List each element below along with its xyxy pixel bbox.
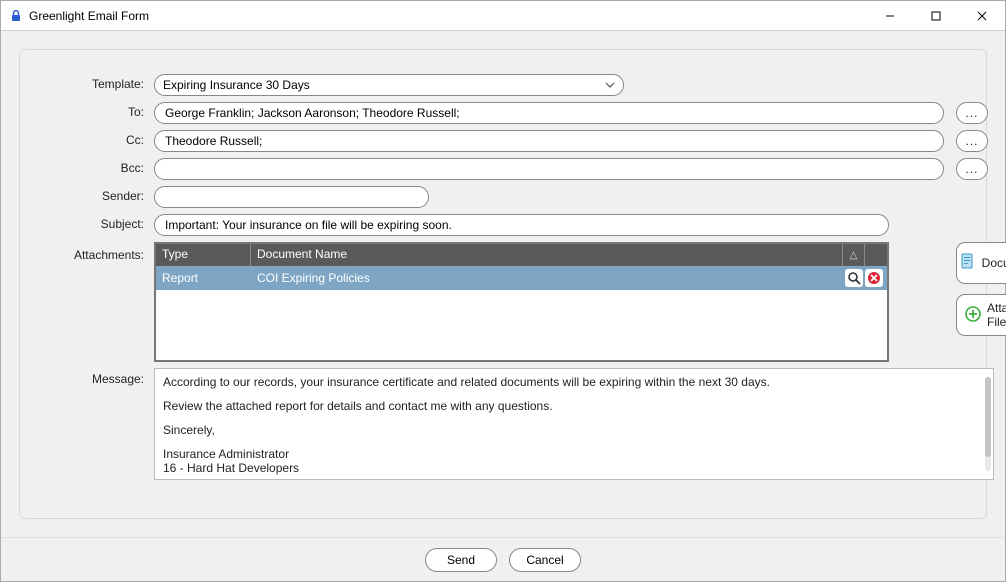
bcc-browse-button[interactable]: ...: [956, 158, 988, 180]
cc-field[interactable]: [154, 130, 944, 152]
sender-field[interactable]: [154, 186, 429, 208]
row-type: Report: [156, 271, 251, 285]
scrollbar-thumb[interactable]: [985, 377, 991, 457]
cc-label: Cc:: [40, 130, 150, 147]
template-label: Template:: [40, 74, 150, 91]
minimize-button[interactable]: [867, 1, 913, 30]
table-row[interactable]: Report COI Expiring Policies: [156, 266, 887, 290]
cc-browse-button[interactable]: ...: [956, 130, 988, 152]
scrollbar[interactable]: [985, 377, 991, 471]
plus-icon: [965, 306, 981, 325]
documents-button[interactable]: Documents: [956, 242, 1006, 284]
documents-label: Documents: [982, 256, 1006, 270]
subject-field[interactable]: [154, 214, 889, 236]
bcc-field[interactable]: [154, 158, 944, 180]
message-line: Insurance Administrator: [163, 447, 985, 461]
row-name: COI Expiring Policies: [251, 271, 845, 285]
send-button[interactable]: Send: [425, 548, 497, 572]
attach-file-label: Attach File: [987, 301, 1006, 329]
attachments-label: Attachments:: [40, 242, 150, 262]
maximize-button[interactable]: [913, 1, 959, 30]
message-line: Review the attached report for details a…: [163, 399, 985, 413]
close-button[interactable]: [959, 1, 1005, 30]
window-title: Greenlight Email Form: [29, 9, 149, 23]
message-textarea[interactable]: According to our records, your insurance…: [154, 368, 994, 480]
message-label: Message:: [40, 368, 150, 386]
subject-label: Subject:: [40, 214, 150, 231]
message-line: According to our records, your insurance…: [163, 375, 985, 389]
form-panel: Template: Expiring Insurance 30 Days To:…: [19, 49, 987, 519]
cancel-button[interactable]: Cancel: [509, 548, 581, 572]
preview-icon[interactable]: [845, 269, 863, 287]
attachments-table: Type Document Name △ Report COI Expiring…: [154, 242, 889, 362]
message-line: Sincerely,: [163, 423, 985, 437]
remove-icon[interactable]: [865, 269, 883, 287]
message-line: 16 - Hard Hat Developers: [163, 461, 985, 475]
template-select[interactable]: Expiring Insurance 30 Days: [154, 74, 624, 96]
attachments-header: Type Document Name △: [156, 244, 887, 266]
to-browse-button[interactable]: ...: [956, 102, 988, 124]
to-field[interactable]: [154, 102, 944, 124]
footer: Send Cancel: [1, 537, 1005, 581]
column-name-header[interactable]: Document Name: [251, 244, 843, 266]
bcc-label: Bcc:: [40, 158, 150, 175]
column-type-header[interactable]: Type: [156, 244, 251, 266]
lock-icon: [9, 9, 23, 23]
title-bar: Greenlight Email Form: [1, 1, 1005, 31]
sender-label: Sender:: [40, 186, 150, 203]
to-label: To:: [40, 102, 150, 119]
sort-indicator-icon: △: [843, 244, 865, 266]
documents-icon: [960, 253, 976, 274]
attach-file-button[interactable]: Attach File: [956, 294, 1006, 336]
